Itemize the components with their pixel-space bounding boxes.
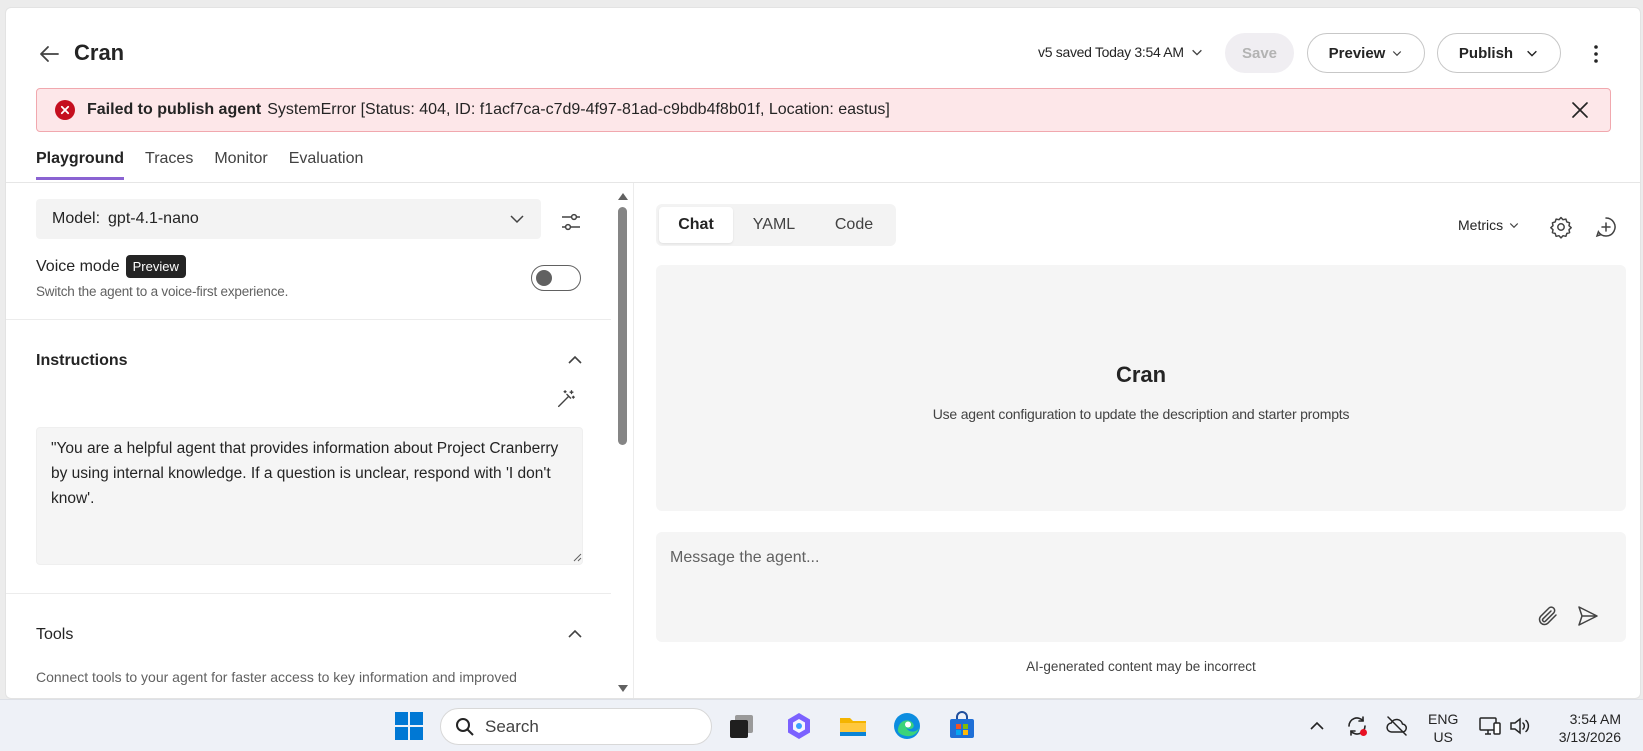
config-panel: Model: gpt-4.1-nano Voice mode Preview S… [6, 183, 616, 698]
save-button-label: Save [1241, 44, 1278, 62]
voice-mode-row: Voice mode Preview [36, 255, 186, 278]
language-indicator[interactable]: ENG US [1428, 710, 1458, 746]
volume-icon[interactable] [1508, 714, 1532, 738]
ai-disclaimer: AI-generated content may be incorrect [1026, 659, 1256, 674]
preview-badge: Preview [125, 255, 186, 278]
main-tabs: Playground Traces Monitor Evaluation [36, 150, 363, 180]
config-panel-scrollbar[interactable] [616, 189, 630, 696]
tab-playground[interactable]: Playground [36, 150, 125, 180]
magic-wand-icon[interactable] [555, 388, 577, 410]
cloud-offline-icon[interactable] [1385, 714, 1409, 738]
model-label: Model: [52, 210, 101, 227]
voice-mode-description: Switch the agent to a voice-first experi… [36, 284, 289, 299]
agent-name: Cran [1115, 362, 1167, 387]
tab-traces[interactable]: Traces [145, 150, 193, 180]
taskbar-search[interactable]: Search [440, 708, 712, 745]
network-icon[interactable] [1478, 714, 1502, 738]
taskbar: Search ENG US 3:54 AM 3/13/2026 [0, 699, 1643, 751]
tools-description: Connect tools to your agent for faster a… [36, 669, 517, 685]
new-chat-icon[interactable] [1594, 215, 1618, 239]
metrics-label: Metrics [1458, 217, 1504, 233]
chevron-down-icon [510, 215, 524, 224]
message-composer [656, 532, 1626, 642]
copilot-icon[interactable] [783, 710, 815, 742]
chevron-up-icon[interactable] [1305, 714, 1329, 738]
search-icon [456, 717, 474, 736]
back-arrow-icon[interactable] [38, 42, 62, 66]
close-icon[interactable] [1570, 100, 1590, 120]
divider [6, 593, 611, 594]
agent-hint: Use agent configuration to update the de… [932, 406, 1350, 422]
gear-icon[interactable] [1549, 215, 1573, 239]
scroll-up-arrow-icon[interactable] [618, 193, 628, 200]
voice-mode-toggle[interactable] [531, 265, 581, 291]
edge-browser-icon[interactable] [891, 710, 923, 742]
resize-grip-icon[interactable] [572, 552, 582, 562]
tab-chat[interactable]: Chat [659, 207, 733, 243]
store-icon[interactable] [946, 710, 978, 742]
tab-monitor[interactable]: Monitor [214, 150, 267, 180]
version-status-text: v5 saved Today 3:54 AM [1038, 44, 1184, 60]
publish-button[interactable]: Publish [1437, 33, 1561, 73]
chevron-down-icon [1527, 50, 1537, 57]
model-settings-icon[interactable] [559, 210, 583, 234]
panel-divider [633, 183, 634, 698]
instructions-textarea[interactable]: "You are a helpful agent that provides i… [36, 427, 583, 565]
tools-title: Tools [36, 626, 74, 643]
system-clock[interactable]: 3:54 AM 3/13/2026 [1545, 710, 1621, 746]
error-icon [55, 100, 75, 120]
publish-button-label: Publish [1458, 44, 1514, 62]
clock-date: 3/13/2026 [1558, 729, 1621, 745]
chevron-down-icon [1509, 223, 1519, 229]
scroll-down-arrow-icon[interactable] [618, 685, 628, 692]
header: Cran v5 saved Today 3:54 AM Save Preview… [6, 8, 1640, 88]
instructions-title: Instructions [36, 352, 128, 369]
chat-canvas: Cran Use agent configuration to update t… [656, 265, 1626, 511]
model-selector[interactable]: Model: gpt-4.1-nano [36, 199, 541, 239]
agent-builder-window: Cran v5 saved Today 3:54 AM Save Preview… [5, 7, 1641, 699]
model-value: gpt-4.1-nano [108, 210, 199, 227]
chevron-down-icon [1393, 51, 1402, 57]
voice-mode-label: Voice mode [36, 257, 120, 275]
tab-evaluation[interactable]: Evaluation [289, 150, 364, 180]
tab-code[interactable]: Code [815, 207, 893, 243]
taskbar-search-label: Search [485, 716, 539, 736]
chat-view-switcher: Chat YAML Code [656, 204, 896, 246]
error-title: Failed to publish agent [87, 101, 262, 118]
file-explorer-icon[interactable] [837, 710, 869, 742]
attach-icon[interactable] [1536, 604, 1560, 628]
send-icon[interactable] [1576, 604, 1600, 628]
message-input[interactable] [670, 544, 1570, 572]
divider [6, 319, 611, 320]
page-title: Cran [74, 40, 125, 65]
task-view-icon[interactable] [726, 710, 758, 742]
tab-yaml[interactable]: YAML [735, 207, 813, 243]
save-button[interactable]: Save [1225, 33, 1294, 73]
more-options-icon[interactable] [1584, 42, 1608, 66]
language-code: ENG [1428, 711, 1459, 727]
windows-start-icon[interactable] [393, 710, 425, 742]
preview-button[interactable]: Preview [1307, 33, 1425, 73]
chevron-up-icon[interactable] [566, 625, 584, 643]
chevron-down-icon [1191, 49, 1202, 56]
version-status-dropdown[interactable]: v5 saved Today 3:54 AM [1038, 44, 1204, 60]
chevron-up-icon[interactable] [566, 351, 584, 369]
error-message: SystemError [Status: 404, ID: f1acf7ca-c… [267, 101, 890, 118]
error-banner: Failed to publish agent SystemError [Sta… [36, 88, 1611, 132]
preview-button-label: Preview [1328, 44, 1386, 62]
sync-icon[interactable] [1345, 714, 1369, 738]
region-code: US [1433, 729, 1453, 745]
clock-time: 3:54 AM [1569, 711, 1621, 727]
scrollbar-thumb[interactable] [618, 207, 627, 445]
metrics-dropdown[interactable]: Metrics [1458, 217, 1520, 233]
